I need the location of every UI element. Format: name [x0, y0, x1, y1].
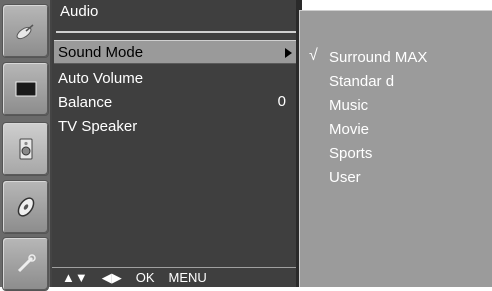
- submenu-item-standard[interactable]: Standar d: [300, 69, 492, 93]
- monitor-icon: [15, 81, 36, 97]
- rail-item-audio[interactable]: [2, 122, 49, 176]
- navigation-hint-bar: ▲▼ ◀▶ OK MENU: [52, 267, 299, 287]
- up-down-arrows-icon: ▲▼: [62, 270, 88, 285]
- submenu-item-user[interactable]: User: [300, 165, 492, 189]
- rail-item-setup[interactable]: [2, 4, 49, 58]
- ok-hint: OK: [135, 270, 155, 285]
- menu-item-label: Sound Mode: [58, 43, 144, 61]
- disc-icon: [17, 197, 34, 217]
- submenu-item-music[interactable]: Music: [300, 93, 492, 117]
- sound-mode-submenu: √ Surround MAX Standar d Music Movie Spo…: [299, 10, 492, 287]
- wrench-icon: [17, 254, 36, 273]
- rail-item-lock[interactable]: [2, 237, 49, 291]
- check-icon: √: [309, 47, 318, 64]
- menu-item-auto-volume[interactable]: Auto Volume: [54, 66, 298, 90]
- left-right-arrows-icon: ◀▶: [101, 269, 122, 285]
- menu-item-label: TV Speaker: [58, 117, 138, 135]
- menu-item-balance[interactable]: Balance 0: [54, 90, 298, 114]
- satellite-dish-icon: [16, 24, 33, 40]
- balance-value: 0: [277, 93, 286, 110]
- submenu-item-label: Surround MAX: [329, 48, 428, 66]
- submenu-item-surround-max[interactable]: √ Surround MAX: [300, 45, 492, 69]
- speaker-icon: [19, 138, 32, 160]
- submenu-item-label: Music: [329, 96, 369, 114]
- submenu-item-label: Standar d: [329, 72, 395, 90]
- panel-title: Audio: [60, 3, 99, 20]
- menu-item-sound-mode[interactable]: Sound Mode: [54, 40, 298, 64]
- submenu-arrow-icon: [285, 48, 292, 58]
- submenu-item-label: User: [329, 168, 361, 186]
- tv-osd-menu: Audio Sound Mode Auto Volume Balance 0 T…: [0, 0, 492, 291]
- submenu-item-sports[interactable]: Sports: [300, 141, 492, 165]
- submenu-item-label: Sports: [329, 144, 373, 162]
- submenu-item-label: Movie: [329, 120, 370, 138]
- submenu-item-movie[interactable]: Movie: [300, 117, 492, 141]
- category-rail: [0, 0, 52, 291]
- rail-item-picture[interactable]: [2, 62, 49, 116]
- menu-item-label: Balance: [58, 93, 113, 111]
- title-divider: [56, 31, 296, 33]
- rail-item-option[interactable]: [2, 180, 49, 234]
- menu-item-label: Auto Volume: [58, 69, 144, 87]
- menu-item-tv-speaker[interactable]: TV Speaker: [54, 114, 298, 138]
- audio-menu-panel: Audio Sound Mode Auto Volume Balance 0 T…: [52, 0, 299, 287]
- menu-hint: MENU: [168, 270, 207, 285]
